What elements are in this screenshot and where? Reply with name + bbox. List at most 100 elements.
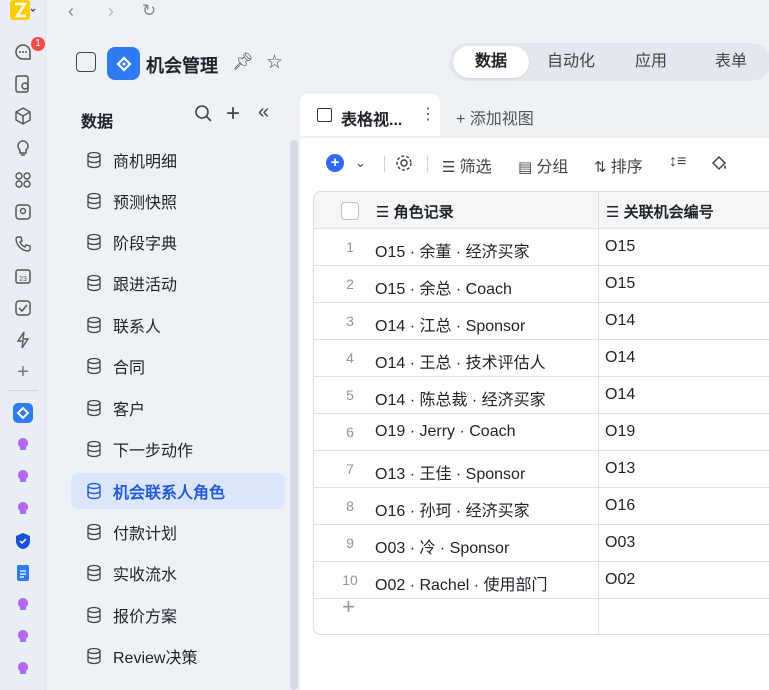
role-cell[interactable]: O14 · 江总 · Sponsor bbox=[375, 312, 525, 336]
sidebar-item-review[interactable]: Review决策 bbox=[71, 638, 285, 674]
sidebar-item-opportunity-detail[interactable]: 商机明细 bbox=[71, 142, 285, 178]
opportunity-cell[interactable]: O14 bbox=[605, 312, 635, 330]
sidebar-item-contacts[interactable]: 联系人 bbox=[71, 307, 285, 343]
shield-icon[interactable] bbox=[13, 531, 33, 551]
sidebar-item-label: Review决策 bbox=[113, 650, 198, 667]
doc-search-icon[interactable] bbox=[13, 74, 33, 94]
sidebar-item-forecast-snapshot[interactable]: 预测快照 bbox=[71, 183, 285, 219]
table-row[interactable]: 7 O13 · 王佳 · Sponsor O13 bbox=[314, 451, 769, 488]
sidebar-item-next-action[interactable]: 下一步动作 bbox=[71, 431, 285, 467]
bot-icon[interactable] bbox=[13, 499, 33, 519]
role-cell[interactable]: O19 · Jerry · Coach bbox=[375, 423, 515, 441]
bot-icon[interactable] bbox=[13, 467, 33, 487]
add-table-icon[interactable]: + bbox=[226, 100, 240, 128]
role-cell[interactable]: O16 · 孙珂 · 经济买家 bbox=[375, 497, 530, 521]
table-row[interactable]: 3 O14 · 江总 · Sponsor O14 bbox=[314, 303, 769, 340]
sort-icon: ⇅ bbox=[594, 159, 611, 176]
bot-icon[interactable] bbox=[13, 627, 33, 647]
lightning-icon[interactable] bbox=[13, 330, 33, 350]
sidebar-item-follow-up[interactable]: 跟进活动 bbox=[71, 265, 285, 301]
add-row-button[interactable]: + bbox=[342, 594, 355, 620]
browser-nav: ‹ › ↻ bbox=[56, 0, 769, 24]
table-row[interactable]: 8 O16 · 孙珂 · 经济买家 O16 bbox=[314, 488, 769, 525]
table-row[interactable]: 1 O15 · 余董 · 经济买家 O15 bbox=[314, 229, 769, 266]
tab-apps[interactable]: 应用 bbox=[613, 43, 689, 81]
group-button[interactable]: ▤ 分组 bbox=[518, 153, 568, 177]
more-icon[interactable]: ⋮ bbox=[420, 104, 436, 124]
role-cell[interactable]: O14 · 王总 · 技术评估人 bbox=[375, 349, 546, 373]
phone-icon[interactable] bbox=[13, 234, 33, 254]
table-row[interactable]: 2 O15 · 余总 · Coach O15 bbox=[314, 266, 769, 303]
cube-icon[interactable] bbox=[13, 106, 33, 126]
add-record-button[interactable]: + bbox=[326, 154, 344, 172]
row-height-icon[interactable]: ↕≡ bbox=[669, 153, 686, 171]
opportunity-cell[interactable]: O15 bbox=[605, 275, 635, 293]
settings-icon[interactable] bbox=[394, 153, 414, 178]
app-logo-icon[interactable] bbox=[13, 403, 33, 423]
add-view-button[interactable]: + 添加视图 bbox=[456, 105, 534, 129]
opportunity-cell[interactable]: O13 bbox=[605, 460, 635, 478]
sidebar-item-contact-roles[interactable]: 机会联系人角色 bbox=[71, 473, 285, 509]
table-row[interactable]: 6 O19 · Jerry · Coach O19 bbox=[314, 414, 769, 451]
filter-button[interactable]: ☰ 筛选 bbox=[442, 153, 492, 177]
forward-icon[interactable]: › bbox=[108, 1, 114, 22]
chat-icon[interactable] bbox=[13, 42, 33, 62]
column-header-role[interactable]: ☰ 角色记录 bbox=[376, 201, 454, 222]
role-cell[interactable]: O15 · 余董 · 经济买家 bbox=[375, 238, 530, 262]
database-icon bbox=[86, 482, 102, 500]
search-icon[interactable] bbox=[194, 104, 214, 130]
back-icon[interactable]: ‹ bbox=[68, 1, 74, 22]
sidebar-item-stage-dictionary[interactable]: 阶段字典 bbox=[71, 224, 285, 260]
opportunity-cell[interactable]: O02 bbox=[605, 571, 635, 589]
lightbulb-icon[interactable] bbox=[13, 138, 33, 158]
opportunity-cell[interactable]: O19 bbox=[605, 423, 635, 441]
sidebar-item-contracts[interactable]: 合同 bbox=[71, 348, 285, 384]
row-number: 1 bbox=[346, 239, 354, 255]
pin-icon[interactable]: 📌︎ bbox=[232, 52, 254, 72]
row-number: 10 bbox=[342, 572, 358, 588]
sidebar-scrollbar[interactable] bbox=[290, 140, 298, 690]
tab-forms[interactable]: 表单 bbox=[693, 43, 769, 81]
add-icon[interactable]: + bbox=[13, 361, 33, 383]
role-cell[interactable]: O14 · 陈总裁 · 经济买家 bbox=[375, 386, 546, 410]
table-row[interactable]: 4 O14 · 王总 · 技术评估人 O14 bbox=[314, 340, 769, 377]
role-cell[interactable]: O03 · 冷 · Sponsor bbox=[375, 534, 509, 558]
role-cell[interactable]: O15 · 余总 · Coach bbox=[375, 275, 512, 299]
contact-card-icon[interactable] bbox=[13, 202, 33, 222]
refresh-icon[interactable]: ↻ bbox=[142, 1, 156, 21]
opportunity-cell[interactable]: O15 bbox=[605, 238, 635, 256]
star-icon[interactable]: ☆ bbox=[266, 51, 283, 74]
sidebar-item-customers[interactable]: 客户 bbox=[71, 390, 285, 426]
bot-icon[interactable] bbox=[13, 435, 33, 455]
opportunity-cell[interactable]: O03 bbox=[605, 534, 635, 552]
opportunity-cell[interactable]: O16 bbox=[605, 497, 635, 515]
sidebar-item-quotes[interactable]: 报价方案 bbox=[71, 597, 285, 633]
role-cell[interactable]: O02 · Rachel · 使用部门 bbox=[375, 571, 548, 595]
calendar-icon[interactable]: 23 bbox=[13, 266, 33, 286]
table-row[interactable]: 5 O14 · 陈总裁 · 经济买家 O14 bbox=[314, 377, 769, 414]
opportunity-cell[interactable]: O14 bbox=[605, 386, 635, 404]
role-cell[interactable]: O13 · 王佳 · Sponsor bbox=[375, 460, 525, 484]
opportunity-cell[interactable]: O14 bbox=[605, 349, 635, 367]
table-row[interactable]: 10 O02 · Rachel · 使用部门 O02 bbox=[314, 562, 769, 599]
bot-icon[interactable] bbox=[13, 595, 33, 615]
sidebar-toggle-icon[interactable] bbox=[76, 52, 96, 72]
column-header-opportunity[interactable]: ☰ 关联机会编号 bbox=[606, 201, 714, 222]
sort-button[interactable]: ⇅ 排序 bbox=[594, 153, 643, 177]
table-row[interactable]: 9 O03 · 冷 · Sponsor O03 bbox=[314, 525, 769, 562]
bot-icon[interactable] bbox=[13, 659, 33, 679]
select-all-checkbox[interactable] bbox=[341, 202, 359, 220]
fill-color-icon[interactable] bbox=[709, 153, 729, 178]
tab-automation[interactable]: 自动化 bbox=[533, 43, 609, 81]
sidebar-item-payment-plan[interactable]: 付款计划 bbox=[71, 514, 285, 550]
tab-data[interactable]: 数据 bbox=[453, 46, 529, 78]
checkbox-icon[interactable] bbox=[13, 298, 33, 318]
view-tab-grid[interactable]: 表格视... ⋮ bbox=[300, 94, 440, 136]
collapse-icon[interactable]: « bbox=[258, 101, 269, 124]
doc-icon[interactable] bbox=[13, 563, 33, 583]
database-icon bbox=[86, 233, 102, 251]
apps-grid-icon[interactable] bbox=[13, 170, 33, 190]
app-logo-icon[interactable] bbox=[10, 0, 36, 22]
sidebar-item-receipts[interactable]: 实收流水 bbox=[71, 555, 285, 591]
chevron-down-icon[interactable]: ⌄ bbox=[355, 155, 366, 171]
